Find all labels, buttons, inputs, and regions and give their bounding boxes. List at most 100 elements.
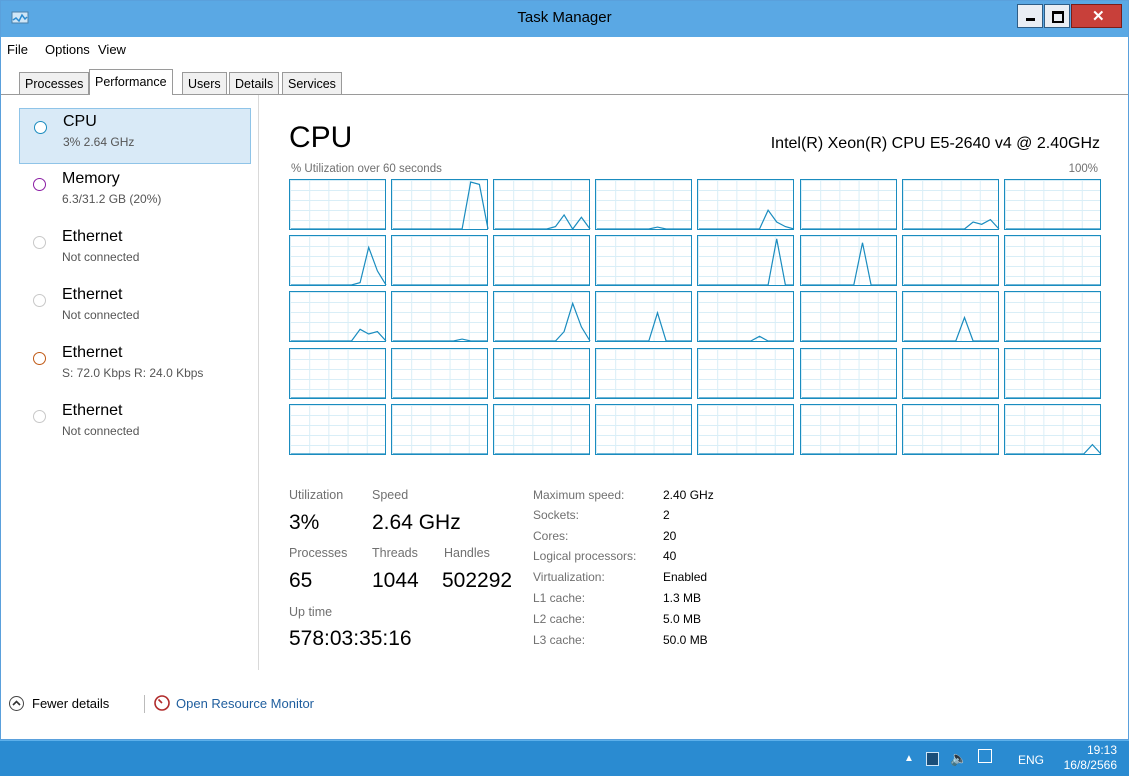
cpu-core-graph	[901, 403, 999, 455]
fewer-details-link[interactable]: Fewer details	[32, 696, 109, 711]
cpu-core-graph	[697, 403, 795, 455]
max-speed-label: Maximum speed:	[533, 488, 625, 502]
cpu-usage-line	[291, 245, 387, 286]
cpu-core-graph	[697, 291, 795, 343]
cpu-core-graph	[391, 235, 489, 287]
sidebar-item-sub: 6.3/31.2 GB (20%)	[62, 192, 162, 206]
tab-performance[interactable]: Performance	[89, 69, 173, 95]
page-title: CPU	[289, 121, 353, 154]
sidebar-item-label: Ethernet	[62, 344, 123, 361]
cpu-core-graph	[799, 179, 897, 230]
sockets-value: 2	[663, 508, 670, 522]
close-icon: ✕	[1092, 8, 1105, 25]
maximize-button[interactable]	[1044, 4, 1070, 28]
tab-details[interactable]: Details	[229, 72, 280, 94]
speed-value: 2.64 GHz	[372, 511, 461, 534]
cpu-core-graph	[391, 347, 489, 399]
cpu-core-graph	[1003, 291, 1101, 343]
threads-label: Threads	[372, 546, 418, 560]
cpu-usage-line	[699, 336, 795, 342]
threads-value: 1044	[372, 569, 419, 592]
uptime-value: 578:03:35:16	[289, 627, 412, 650]
cpu-core-graph	[901, 235, 999, 287]
utilization-label: Utilization	[289, 488, 344, 502]
cpu-usage-line	[291, 328, 387, 342]
title-bar[interactable]: Task Manager ✕	[1, 1, 1128, 37]
logical-processors-label: Logical processors:	[533, 549, 637, 563]
cpu-core-graph	[799, 403, 897, 455]
tab-bar: Processes Performance Users Details Serv…	[1, 61, 1128, 95]
ethernet-indicator-icon	[33, 294, 46, 307]
ethernet-indicator-icon	[33, 236, 46, 249]
cpu-usage-line	[495, 301, 591, 342]
menu-options[interactable]: Options	[45, 42, 90, 57]
footer-bar: Fewer details Open Resource Monitor	[1, 687, 1128, 717]
minimize-button[interactable]	[1017, 4, 1043, 28]
open-resource-monitor-link[interactable]: Open Resource Monitor	[176, 696, 314, 711]
cpu-usage-line	[903, 316, 999, 342]
cpu-core-graph	[289, 179, 386, 230]
max-speed-value: 2.40 GHz	[663, 488, 714, 502]
menu-bar: File Options View	[1, 37, 1128, 61]
sidebar-item-ethernet-1[interactable]: Ethernet Not connected	[19, 224, 251, 280]
menu-view[interactable]: View	[98, 42, 126, 57]
cpu-core-graph	[493, 235, 591, 287]
resource-monitor-icon[interactable]	[154, 695, 170, 711]
volume-muted-icon[interactable]: 🔈	[950, 750, 967, 767]
l3-cache-label: L3 cache:	[533, 633, 586, 647]
processes-label: Processes	[289, 546, 348, 560]
sidebar-item-memory[interactable]: Memory 6.3/31.2 GB (20%)	[19, 166, 251, 222]
cpu-core-graph	[595, 179, 693, 230]
cpu-core-graph	[289, 235, 387, 287]
cpu-core-graph	[391, 291, 489, 343]
clock-time: 19:13	[1086, 743, 1117, 757]
sidebar-item-ethernet-4[interactable]: Ethernet Not connected	[19, 398, 251, 454]
cpu-core-graph	[289, 291, 387, 343]
cpu-core-graph	[1003, 403, 1102, 455]
clock[interactable]: 19:13 16/8/2566	[1064, 743, 1117, 773]
virtualization-label: Virtualization:	[533, 570, 605, 584]
cpu-core-graph	[595, 347, 693, 399]
utilization-max-label: 100%	[1068, 163, 1098, 175]
cpu-usage-line	[1005, 443, 1102, 455]
cpu-core-graph	[493, 347, 591, 399]
sidebar-item-ethernet-3[interactable]: Ethernet S: 72.0 Kbps R: 24.0 Kbps	[19, 340, 251, 396]
language-indicator[interactable]: ENG	[1018, 753, 1044, 767]
tab-services[interactable]: Services	[282, 72, 342, 94]
tray-app-icon[interactable]	[926, 752, 939, 766]
handles-label: Handles	[444, 546, 490, 560]
cpu-core-graph	[799, 235, 897, 287]
l2-cache-label: L2 cache:	[533, 612, 586, 626]
cpu-core-graph	[1003, 235, 1101, 287]
virtualization-value: Enabled	[663, 570, 708, 584]
cpu-core-graph	[901, 291, 999, 343]
sidebar-item-cpu[interactable]: CPU 3% 2.64 GHz	[19, 108, 251, 164]
sidebar-item-label: CPU	[63, 113, 97, 130]
l1-cache-label: L1 cache:	[533, 591, 586, 605]
cpu-core-graph	[391, 179, 489, 230]
logical-processors-value: 40	[663, 549, 677, 563]
sidebar-item-label: Memory	[62, 170, 120, 187]
cpu-usage-line	[495, 213, 591, 231]
cpu-indicator-icon	[34, 121, 47, 134]
tray-overflow-icon[interactable]: ▲	[904, 753, 914, 764]
sidebar-item-sub: 3% 2.64 GHz	[63, 135, 135, 149]
sockets-label: Sockets:	[533, 508, 580, 522]
handles-value: 502292	[442, 569, 513, 592]
menu-file[interactable]: File	[7, 42, 28, 57]
cpu-core-graph	[289, 347, 386, 399]
close-button[interactable]: ✕	[1071, 4, 1122, 28]
cpu-core-graph	[595, 291, 693, 343]
cpu-core-graph	[391, 403, 489, 455]
cores-label: Cores:	[533, 529, 569, 543]
network-icon[interactable]	[978, 749, 992, 763]
tab-users[interactable]: Users	[182, 72, 227, 94]
cpu-core-graph	[1003, 347, 1101, 399]
cpu-core-graph	[289, 403, 386, 455]
sidebar-item-ethernet-2[interactable]: Ethernet Not connected	[19, 282, 251, 338]
l2-cache-value: 5.0 MB	[663, 612, 702, 626]
chevron-up-icon[interactable]	[9, 696, 24, 711]
tab-processes[interactable]: Processes	[19, 72, 90, 94]
cpu-usage-line	[699, 238, 795, 286]
clock-date: 16/8/2566	[1063, 758, 1117, 772]
